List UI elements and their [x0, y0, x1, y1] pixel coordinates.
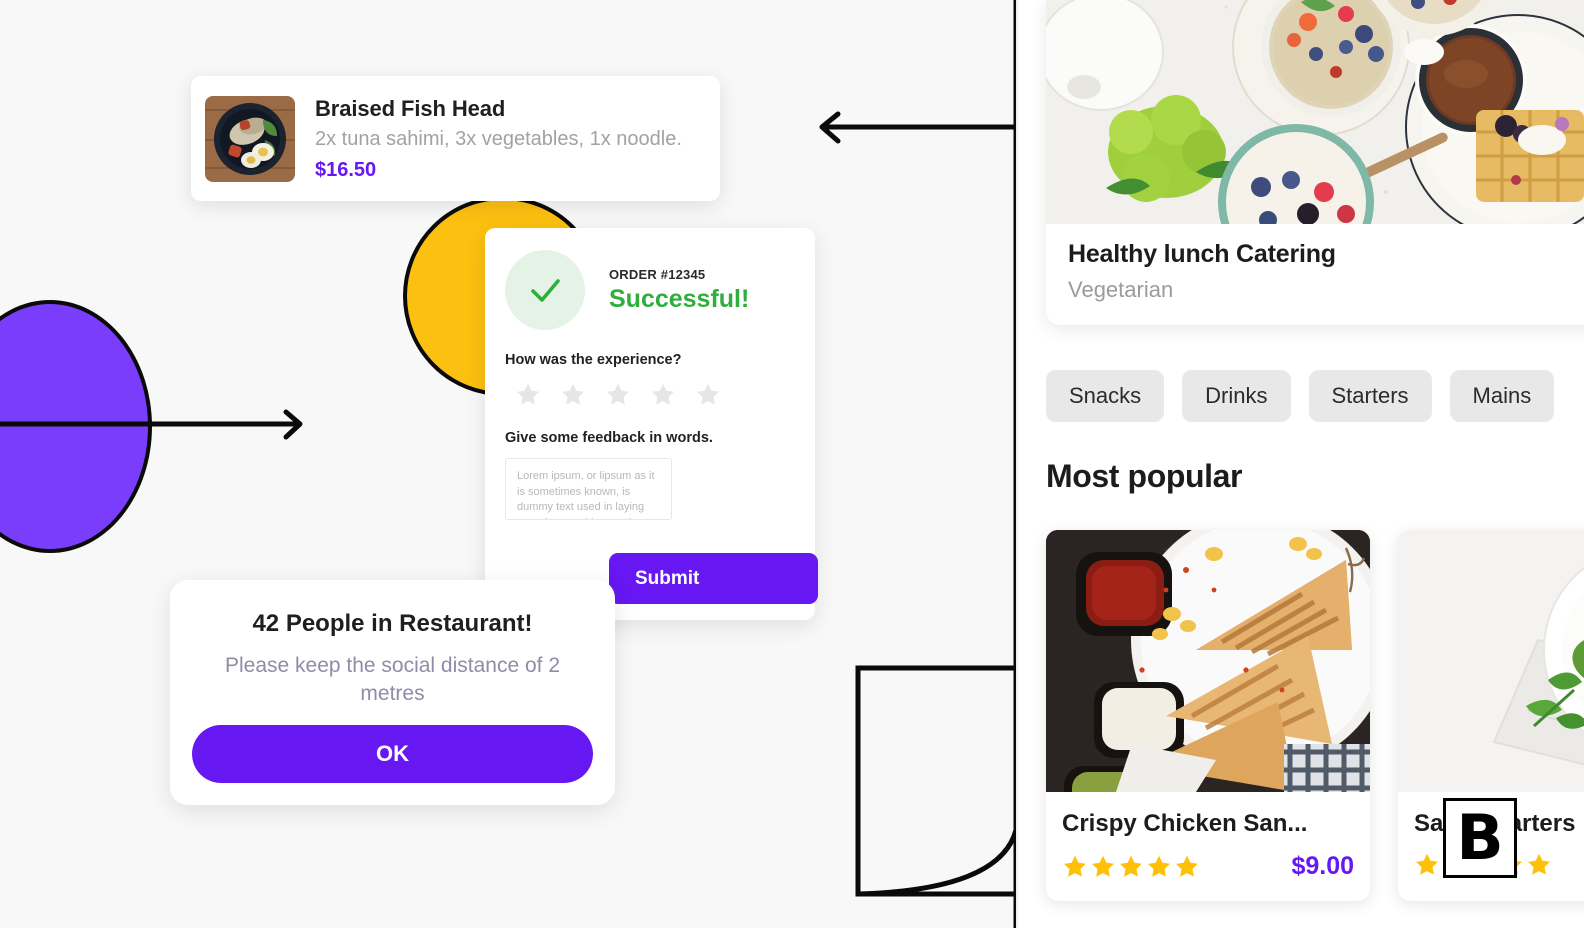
people-count-title: 42 People in Restaurant! [252, 610, 533, 637]
feedback-textarea[interactable] [505, 458, 672, 520]
app-preview-panel: Healthy lunch Catering Vegetarian Snacks… [1016, 0, 1584, 928]
rating-question-label: How was the experience? [505, 352, 682, 368]
dish-price: $16.50 [315, 158, 377, 181]
brand-logo-watermark: B [1443, 798, 1517, 878]
hero-subtitle: Vegetarian [1068, 277, 1174, 302]
dish-thumbnail [205, 95, 295, 182]
food-price: $9.00 [1291, 852, 1354, 880]
star-3-icon[interactable] [605, 382, 631, 408]
star-4-icon[interactable] [650, 382, 676, 408]
canvas-root: Healthy lunch Catering Vegetarian Snacks… [0, 0, 1584, 928]
category-chips: Snacks Drinks Starters Mains [1046, 370, 1555, 422]
food-image-salad-starters [1398, 530, 1584, 792]
order-number: ORDER #12345 [609, 266, 706, 282]
star-2-icon[interactable] [560, 382, 586, 408]
food-image-crispy-chicken [1046, 530, 1370, 792]
hero-title: Healthy lunch Catering [1068, 240, 1336, 268]
food-card-body: Crispy Chicken San... $9.00 [1046, 792, 1370, 901]
dish-description: 2x tuna sahimi, 3x vegetables, 1x noodle… [315, 127, 682, 150]
success-check-icon [505, 250, 585, 330]
food-name: Crispy Chicken San... [1062, 810, 1308, 837]
dish-info: Braised Fish Head 2x tuna sahimi, 3x veg… [315, 96, 682, 182]
star-1-icon[interactable] [515, 382, 541, 408]
food-card-crispy-chicken[interactable]: Crispy Chicken San... $9.00 [1046, 530, 1370, 901]
chip-starters[interactable]: Starters [1308, 370, 1432, 422]
decorative-purple-circle [0, 300, 152, 553]
order-status-header: ORDER #12345 Successful! [485, 228, 815, 330]
order-status-text: ORDER #12345 Successful! [609, 267, 749, 314]
hero-text: Healthy lunch Catering Vegetarian [1046, 224, 1584, 325]
star-5-icon[interactable] [695, 382, 721, 408]
rating-stars[interactable] [1062, 854, 1200, 880]
social-distance-card: 42 People in Restaurant! Please keep the… [170, 580, 615, 805]
dish-card[interactable]: Braised Fish Head 2x tuna sahimi, 3x veg… [191, 76, 720, 201]
chip-drinks[interactable]: Drinks [1182, 370, 1291, 422]
ok-button[interactable]: OK [192, 725, 593, 783]
chip-mains[interactable]: Mains [1449, 370, 1555, 422]
experience-rating-stars[interactable] [485, 382, 815, 408]
chip-snacks[interactable]: Snacks [1046, 370, 1165, 422]
hero-image [1046, 0, 1584, 224]
hero-card[interactable]: Healthy lunch Catering Vegetarian [1046, 0, 1584, 325]
food-meta: $9.00 [1062, 852, 1354, 881]
feedback-words-label: Give some feedback in words. [505, 430, 713, 446]
dish-title: Braised Fish Head [315, 95, 506, 121]
social-distance-message: Please keep the social distance of 2 met… [224, 654, 561, 706]
order-status: Successful! [609, 284, 750, 313]
section-title-most-popular: Most popular [1046, 458, 1243, 494]
submit-button[interactable]: Submit [609, 553, 818, 604]
